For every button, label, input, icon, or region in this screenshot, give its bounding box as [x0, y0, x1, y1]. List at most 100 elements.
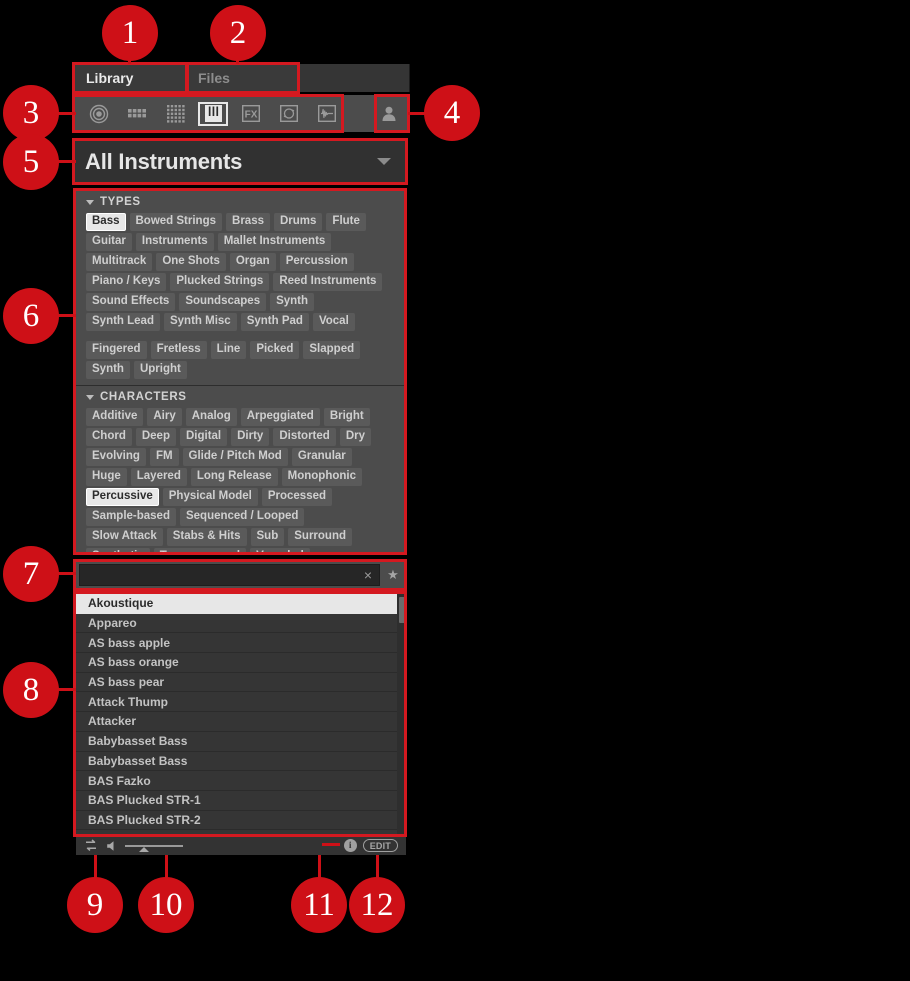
types-section-header[interactable]: TYPES: [76, 191, 405, 213]
tag-chip[interactable]: Slapped: [303, 341, 361, 359]
result-row[interactable]: Babybasset Bass: [76, 732, 406, 752]
result-row[interactable]: Babybasset Bass: [76, 752, 406, 772]
keyboard-icon[interactable]: [198, 101, 228, 126]
loop-icon[interactable]: [274, 102, 304, 126]
tag-chip[interactable]: Physical Model: [162, 488, 258, 506]
tag-chip[interactable]: Stabs & Hits: [166, 528, 247, 546]
tag-chip[interactable]: Percussion: [279, 253, 354, 271]
bottom-bar-right-group: i EDIT: [343, 839, 406, 852]
clear-search-icon[interactable]: ×: [357, 566, 379, 584]
tag-chip[interactable]: Fingered: [86, 341, 147, 359]
result-row[interactable]: BAS Plucked STR-2: [76, 811, 406, 831]
prehear-volume-slider[interactable]: [125, 839, 183, 853]
tag-chip[interactable]: Layered: [130, 468, 187, 486]
tag-chip[interactable]: One Shots: [156, 253, 226, 271]
result-row[interactable]: Attacker: [76, 712, 406, 732]
tag-chip[interactable]: Upright: [133, 361, 187, 379]
tag-chip[interactable]: Surround: [288, 528, 352, 546]
tag-chip[interactable]: Long Release: [190, 468, 278, 486]
tag-chip[interactable]: Processed: [261, 488, 333, 506]
tag-chip[interactable]: FM: [149, 448, 179, 466]
drumkit-grid-icon[interactable]: [122, 102, 152, 126]
favorites-star-icon[interactable]: ★: [380, 564, 406, 586]
tag-chip[interactable]: Fretless: [150, 341, 207, 359]
tag-chip[interactable]: Piano / Keys: [86, 273, 167, 291]
dots-grid-icon[interactable]: [160, 102, 190, 126]
tag-chip[interactable]: Instruments: [135, 233, 214, 251]
tag-chip[interactable]: Vocal: [312, 313, 355, 331]
tab-library[interactable]: Library: [74, 64, 186, 92]
tag-chip[interactable]: Monophonic: [281, 468, 362, 486]
tag-chip[interactable]: Multitrack: [86, 253, 153, 271]
tag-chip[interactable]: Bass: [86, 213, 126, 231]
tag-chip[interactable]: Sample-based: [86, 508, 176, 526]
tag-chip[interactable]: Flute: [326, 213, 366, 231]
tag-chip[interactable]: Synth Pad: [240, 313, 309, 331]
volume-handle[interactable]: [139, 846, 150, 852]
tag-chip[interactable]: Soundscapes: [179, 293, 267, 311]
edit-button[interactable]: EDIT: [362, 839, 398, 852]
tag-chip[interactable]: Huge: [86, 468, 127, 486]
tag-chip[interactable]: Slow Attack: [86, 528, 163, 546]
result-row[interactable]: BAS Plucked STR-1: [76, 791, 406, 811]
tag-chip[interactable]: Synth Misc: [163, 313, 237, 331]
result-row[interactable]: AS bass orange: [76, 653, 406, 673]
result-row[interactable]: AS bass pear: [76, 673, 406, 693]
tag-chip[interactable]: Guitar: [86, 233, 132, 251]
result-row[interactable]: Akoustique: [76, 594, 406, 614]
tag-chip[interactable]: Brass: [226, 213, 270, 231]
characters-section-header[interactable]: CHARACTERS: [76, 386, 405, 408]
result-row[interactable]: Appareo: [76, 614, 406, 634]
tag-chip[interactable]: Distorted: [273, 428, 336, 446]
tag-chip[interactable]: Analog: [185, 408, 237, 426]
info-icon[interactable]: i: [343, 839, 357, 852]
tag-chip[interactable]: Mallet Instruments: [217, 233, 332, 251]
tag-chip[interactable]: Synth Lead: [86, 313, 160, 331]
tag-chip[interactable]: Arpeggiated: [240, 408, 320, 426]
result-row-label: Babybasset Bass: [88, 753, 188, 768]
result-row[interactable]: Attack Thump: [76, 692, 406, 713]
tag-chip[interactable]: Reed Instruments: [273, 273, 383, 291]
tag-chip[interactable]: Deep: [135, 428, 176, 446]
tag-chip[interactable]: Glide / Pitch Mod: [182, 448, 288, 466]
tag-chip[interactable]: Additive: [86, 408, 144, 426]
tag-chip[interactable]: Sub: [250, 528, 285, 546]
tag-chip[interactable]: Plucked Strings: [170, 273, 270, 291]
content-selector-dropdown[interactable]: All Instruments: [75, 141, 407, 182]
tag-chip[interactable]: Airy: [147, 408, 182, 426]
tag-chip[interactable]: Evolving: [86, 448, 146, 466]
tag-chip[interactable]: Tempo-synced: [153, 548, 247, 552]
tag-chip[interactable]: Sequenced / Looped: [179, 508, 305, 526]
all-icon[interactable]: [84, 102, 114, 126]
tag-chip[interactable]: Bright: [323, 408, 370, 426]
waveform-icon[interactable]: [312, 102, 342, 126]
fx-icon[interactable]: FX: [236, 102, 266, 126]
results-list[interactable]: Akoustique Appareo AS bass apple AS bass or…: [76, 594, 406, 834]
tag-chip[interactable]: Organ: [229, 253, 276, 271]
search-input[interactable]: [80, 566, 357, 584]
autoload-icon[interactable]: [84, 839, 98, 852]
results-scrollbar-thumb[interactable]: [399, 597, 405, 623]
result-row[interactable]: BAS Fazko: [76, 771, 406, 791]
tag-chip[interactable]: Percussive: [86, 488, 159, 506]
speaker-icon[interactable]: [106, 840, 118, 852]
tag-chip[interactable]: Bowed Strings: [129, 213, 223, 231]
tag-chip[interactable]: Dry: [339, 428, 371, 446]
results-scrollbar[interactable]: [397, 594, 406, 834]
tag-chip[interactable]: Dirty: [231, 428, 270, 446]
tag-chip[interactable]: Synthetic: [86, 548, 150, 552]
result-row[interactable]: AS bass apple: [76, 633, 406, 654]
tag-chip[interactable]: Granular: [291, 448, 352, 466]
tag-chip[interactable]: Synth: [86, 361, 130, 379]
tag-chip[interactable]: Synth: [270, 293, 315, 311]
tag-chip[interactable]: Line: [210, 341, 247, 359]
tag-chip[interactable]: Picked: [250, 341, 300, 359]
tag-chip[interactable]: Sound Effects: [86, 293, 176, 311]
tag-chip[interactable]: Digital: [179, 428, 228, 446]
user-content-icon[interactable]: [377, 102, 401, 125]
tag-chip[interactable]: Chord: [86, 428, 132, 446]
search-field-wrapper[interactable]: ×: [79, 564, 380, 586]
tag-chip[interactable]: Vocoded: [250, 548, 310, 552]
tag-chip[interactable]: Drums: [273, 213, 323, 231]
tab-files[interactable]: Files: [186, 64, 298, 92]
